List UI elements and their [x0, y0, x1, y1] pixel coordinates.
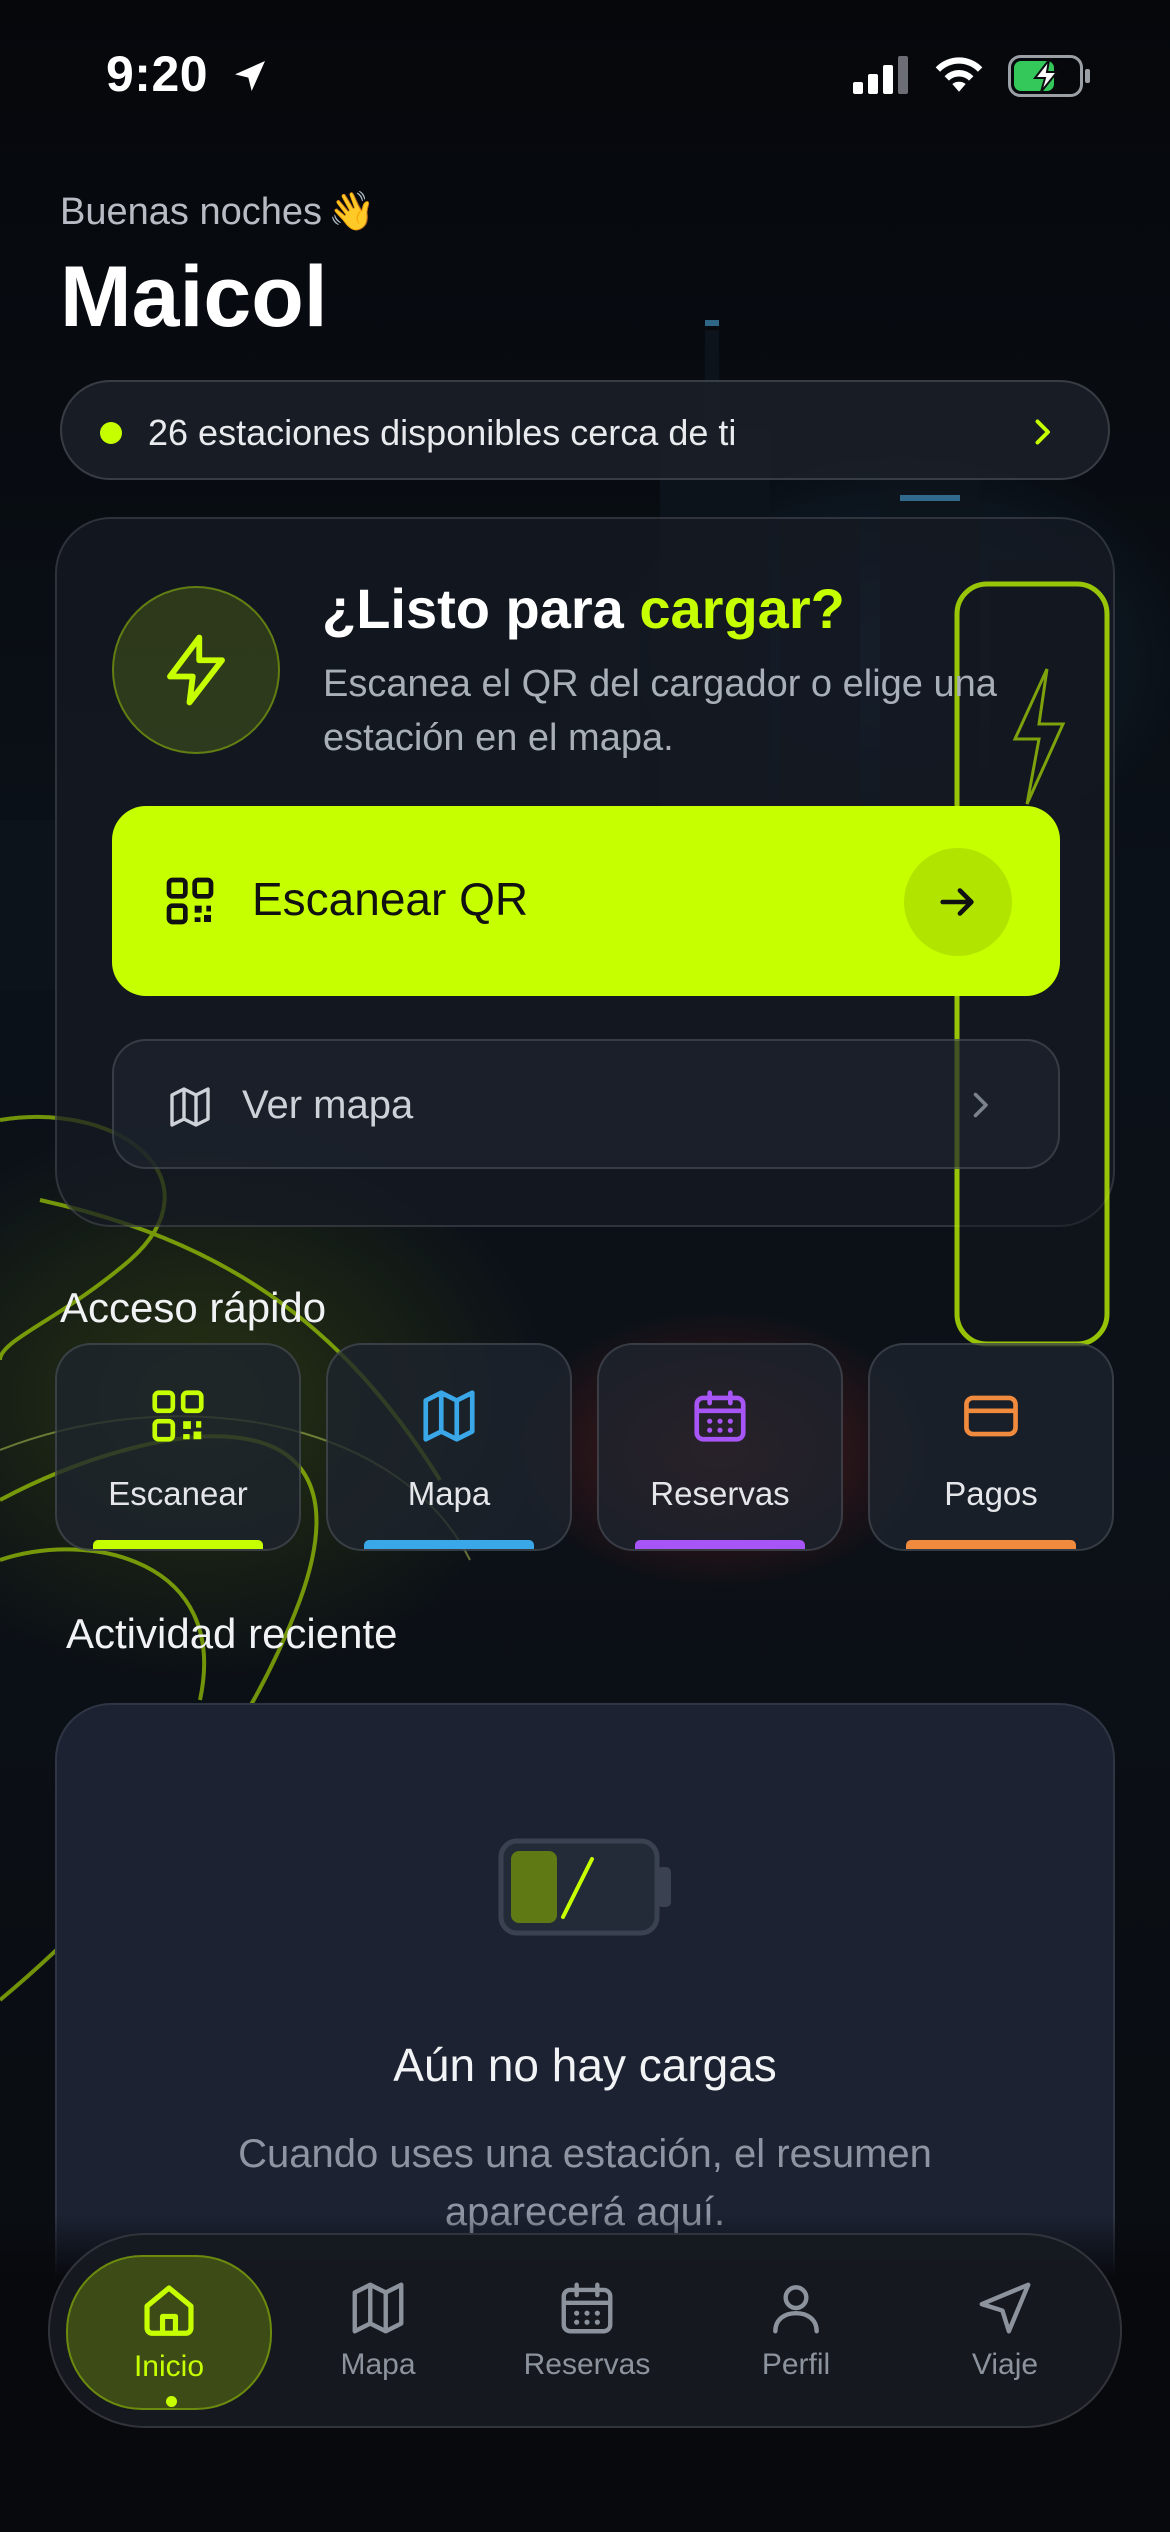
availability-dot — [100, 422, 122, 444]
quick-payments-button[interactable]: Pagos — [868, 1343, 1114, 1551]
tab-map-label: Mapa — [340, 2348, 416, 2381]
calendar-icon — [561, 2282, 613, 2334]
calendar-icon — [694, 1390, 746, 1442]
view-map-label: Ver mapa — [242, 1083, 414, 1127]
arrow-right-icon — [940, 888, 974, 916]
wave-emoji: 👋 — [327, 191, 376, 233]
tab-reservations-label: Reservas — [523, 2348, 651, 2381]
status-bar: 9:20 — [0, 0, 1170, 150]
status-time: 9:20 — [106, 46, 209, 102]
map-icon — [352, 2282, 404, 2334]
quick-scan-button[interactable]: Escanear — [55, 1343, 301, 1551]
view-map-button[interactable]: Ver mapa — [112, 1039, 1060, 1169]
tab-bar: Inicio Mapa Reservas Perfil Viaje — [48, 2233, 1122, 2428]
nearby-stations-text: 26 estaciones disponibles cerca de ti — [148, 412, 737, 453]
card-icon — [964, 1395, 1018, 1437]
tab-home[interactable]: Inicio — [66, 2255, 272, 2410]
scan-qr-button[interactable]: Escanear QR — [112, 806, 1060, 996]
tab-profile-label: Perfil — [761, 2348, 831, 2381]
map-icon — [423, 1390, 475, 1442]
quick-map-accent-bar — [364, 1540, 534, 1549]
home-icon — [144, 2285, 194, 2336]
arrow-right-button[interactable] — [904, 848, 1012, 956]
location-arrow-icon — [235, 61, 265, 91]
bolt-icon — [167, 634, 225, 706]
signal-icon — [853, 56, 908, 94]
quick-payments-accent-bar — [906, 1540, 1076, 1549]
empty-state-title: Aún no hay cargas — [393, 2039, 777, 2091]
tab-map[interactable]: Mapa — [275, 2255, 481, 2410]
qr-icon — [152, 1390, 204, 1442]
tab-reservations[interactable]: Reservas — [484, 2255, 690, 2410]
quick-map-button[interactable]: Mapa — [326, 1343, 572, 1551]
quick-scan-accent-bar — [93, 1540, 263, 1549]
tab-trip[interactable]: Viaje — [902, 2255, 1108, 2410]
battery-icon — [1008, 55, 1090, 97]
qr-icon — [166, 877, 214, 925]
tab-profile[interactable]: Perfil — [693, 2255, 899, 2410]
quick-reservations-accent-bar — [635, 1540, 805, 1549]
map-icon — [170, 1087, 210, 1127]
charge-hero-card: ¿Listo para cargar? Escanea el QR del ca… — [55, 517, 1115, 1347]
scan-qr-label: Escanear QR — [252, 873, 529, 925]
quick-scan-label: Escanear — [108, 1475, 248, 1512]
recent-activity-title: Actividad reciente — [66, 1610, 398, 1657]
active-tab-indicator — [166, 2396, 177, 2407]
quick-reservations-button[interactable]: Reservas — [597, 1343, 843, 1551]
wifi-icon — [935, 57, 983, 92]
quick-payments-label: Pagos — [944, 1475, 1038, 1512]
quick-access-title: Acceso rápido — [60, 1284, 327, 1331]
hero-subtitle: Escanea el QR del cargador o elige una e… — [323, 663, 997, 759]
tab-home-label: Inicio — [133, 2350, 205, 2383]
navigation-icon — [979, 2282, 1031, 2334]
quick-reservations-label: Reservas — [650, 1475, 790, 1512]
tab-trip-label: Viaje — [971, 2348, 1039, 2381]
empty-battery-icon — [498, 1838, 671, 1936]
nearby-stations-pill[interactable]: 26 estaciones disponibles cerca de ti — [60, 380, 1110, 480]
quick-map-label: Mapa — [407, 1475, 491, 1512]
hero-title: ¿Listo para cargar? — [322, 577, 845, 640]
bolt-badge — [112, 586, 280, 754]
greeting-text: Buenas noches 👋 — [60, 191, 376, 233]
chevron-right-icon — [1035, 419, 1050, 445]
user-icon — [773, 2285, 819, 2334]
chevron-right-icon — [973, 1092, 988, 1118]
user-name: Maicol — [60, 249, 328, 345]
